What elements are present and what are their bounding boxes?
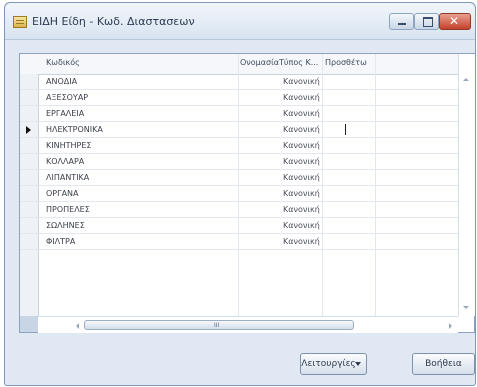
- column-header-code[interactable]: Κωδικός: [46, 58, 80, 67]
- scroll-down-icon[interactable]: [463, 306, 469, 309]
- dimension-codes-window: ΕΙΔΗ Είδη - Κωδ. Διαστασεων ✕ Κωδικός Ον…: [4, 2, 476, 386]
- table-row[interactable]: ΣΩΛΗΝΕΣ Κανονική: [20, 218, 458, 234]
- type-cell[interactable]: Κανονική: [283, 221, 320, 230]
- row-pointer-icon: [26, 126, 31, 134]
- code-cell[interactable]: ΑΞΕΣΟΥΑΡ: [46, 93, 88, 102]
- code-cell[interactable]: ΚΙΝΗΤΗΡΕΣ: [46, 141, 91, 150]
- type-cell[interactable]: Κανονική: [283, 205, 320, 214]
- table-row[interactable]: ΕΡΓΑΛΕΙΑ Κανονική: [20, 106, 458, 122]
- scroll-right-icon[interactable]: [449, 323, 452, 329]
- code-cell[interactable]: ΣΩΛΗΝΕΣ: [46, 221, 85, 230]
- grid-header: Κωδικός Ονομασία Τύπος Κ... Προσθέτω: [20, 54, 458, 75]
- close-button[interactable]: ✕: [439, 13, 471, 30]
- row-selector[interactable]: [20, 218, 39, 233]
- table-row[interactable]: ΦΙΛΤΡΑ Κανονική: [20, 234, 458, 250]
- code-cell[interactable]: ΕΡΓΑΛΕΙΑ: [46, 109, 84, 118]
- scroll-thumb[interactable]: III: [84, 320, 354, 330]
- table-row[interactable]: ΚΟΛΛΑΡΑ Κανονική: [20, 154, 458, 170]
- dropdown-arrow-icon: [355, 362, 361, 366]
- vertical-scrollbar[interactable]: [458, 54, 475, 316]
- table-row[interactable]: ΠΡΟΠΕΛΕΣ Κανονική: [20, 202, 458, 218]
- column-header-extra[interactable]: Προσθέτω: [325, 58, 367, 67]
- scroll-thumb-grip: III: [214, 322, 220, 329]
- type-cell[interactable]: Κανονική: [283, 93, 320, 102]
- functions-button[interactable]: Λειτουργίες: [300, 353, 367, 375]
- scrollbar-corner: [20, 316, 38, 332]
- type-cell[interactable]: Κανονική: [283, 125, 320, 134]
- text-cursor: [345, 124, 346, 135]
- column-header-name[interactable]: Ονομασία: [240, 58, 279, 67]
- scroll-left-icon[interactable]: [76, 323, 79, 329]
- minimize-button[interactable]: [389, 13, 414, 30]
- title-bar[interactable]: ΕΙΔΗ Είδη - Κωδ. Διαστασεων ✕: [5, 3, 475, 40]
- type-cell[interactable]: Κανονική: [283, 109, 320, 118]
- row-selector[interactable]: [20, 138, 39, 153]
- type-cell[interactable]: Κανονική: [283, 189, 320, 198]
- horizontal-scrollbar[interactable]: III: [38, 316, 458, 333]
- table-row[interactable]: ΟΡΓΑΝΑ Κανονική: [20, 186, 458, 202]
- table-row[interactable]: ΗΛΕΚΤΡΟΝΙΚΑ Κανονική: [20, 122, 458, 138]
- type-cell[interactable]: Κανονική: [283, 141, 320, 150]
- row-selector[interactable]: [20, 74, 39, 89]
- row-selector[interactable]: [20, 170, 39, 185]
- row-selector[interactable]: [20, 186, 39, 201]
- row-selector[interactable]: [20, 106, 39, 121]
- type-cell[interactable]: Κανονική: [283, 157, 320, 166]
- functions-button-label: Λειτουργίες: [301, 359, 356, 369]
- type-cell[interactable]: Κανονική: [283, 173, 320, 182]
- table-row[interactable]: ΑΞΕΣΟΥΑΡ Κανονική: [20, 90, 458, 106]
- dimension-codes-grid[interactable]: Κωδικός Ονομασία Τύπος Κ... Προσθέτω ΑΝΟ…: [19, 53, 475, 333]
- maximize-button[interactable]: [414, 13, 439, 30]
- minimize-icon: [398, 23, 406, 25]
- row-selector[interactable]: [20, 154, 39, 169]
- column-header-type[interactable]: Τύπος Κ...: [279, 58, 318, 67]
- type-cell[interactable]: Κανονική: [283, 77, 320, 86]
- table-row[interactable]: ΑΝΟΔΙΑ Κανονική: [20, 74, 458, 90]
- code-cell[interactable]: ΛΙΠΑΝΤΙΚΑ: [46, 173, 89, 182]
- code-cell[interactable]: ΗΛΕΚΤΡΟΝΙΚΑ: [46, 125, 103, 134]
- window-title: ΕΙΔΗ Είδη - Κωδ. Διαστασεων: [32, 15, 195, 28]
- scroll-up-icon[interactable]: [463, 78, 469, 81]
- code-cell[interactable]: ΦΙΛΤΡΑ: [46, 237, 75, 246]
- table-row[interactable]: ΚΙΝΗΤΗΡΕΣ Κανονική: [20, 138, 458, 154]
- close-icon: ✕: [449, 14, 460, 28]
- code-cell[interactable]: ΑΝΟΔΙΑ: [46, 77, 77, 86]
- row-selector[interactable]: [20, 202, 39, 217]
- type-cell[interactable]: Κανονική: [283, 237, 320, 246]
- code-cell[interactable]: ΠΡΟΠΕΛΕΣ: [46, 205, 90, 214]
- table-row[interactable]: ΛΙΠΑΝΤΙΚΑ Κανονική: [20, 170, 458, 186]
- maximize-icon: [423, 17, 433, 27]
- row-selector[interactable]: [20, 122, 39, 137]
- help-button-label: Βοήθεια: [425, 359, 462, 369]
- help-button[interactable]: Βοήθεια: [412, 353, 475, 375]
- row-selector[interactable]: [20, 234, 39, 249]
- row-selector[interactable]: [20, 90, 39, 105]
- code-cell[interactable]: ΚΟΛΛΑΡΑ: [46, 157, 84, 166]
- code-cell[interactable]: ΟΡΓΑΝΑ: [46, 189, 79, 198]
- app-icon: [13, 16, 27, 28]
